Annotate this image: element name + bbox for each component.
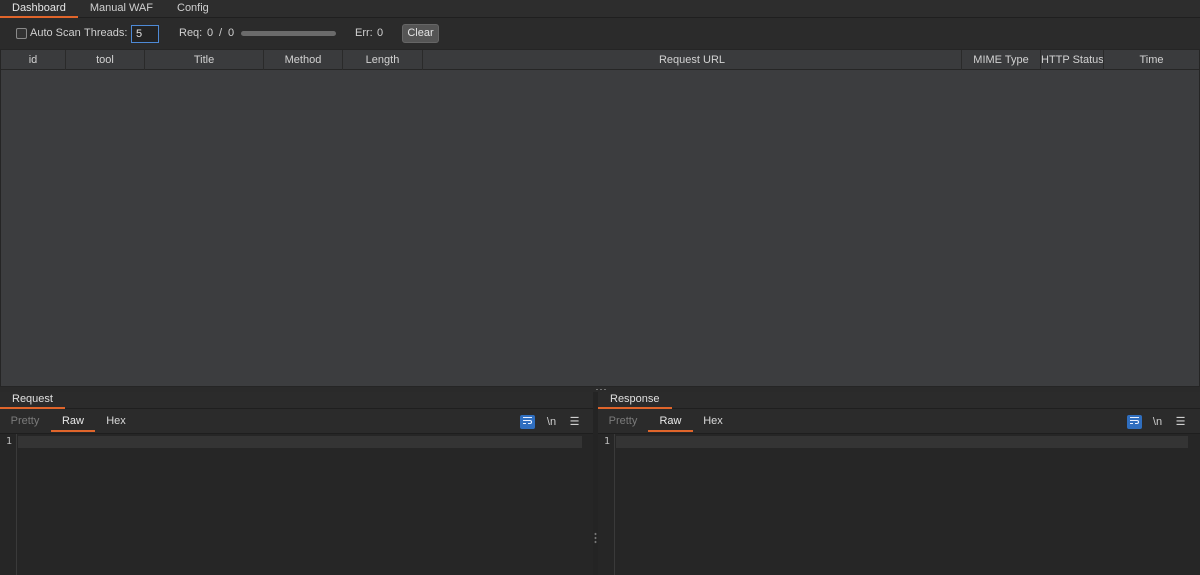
err-label: Err: — [355, 27, 373, 39]
tab-manual-waf[interactable]: Manual WAF — [78, 0, 165, 18]
column-header-id[interactable]: id — [1, 50, 66, 70]
response-view-tabs: Pretty Raw Hex — [598, 412, 1200, 432]
response-tab-raw[interactable]: Raw — [648, 412, 693, 432]
column-header-tool[interactable]: tool — [66, 50, 145, 70]
threads-label: Threads: — [84, 27, 128, 39]
column-header-method[interactable]: Method — [264, 50, 343, 70]
main-tab-bar: Dashboard Manual WAF Config — [0, 0, 1200, 18]
wrap-lines-glyph — [523, 416, 532, 425]
request-pane: Request Pretty Raw Hex \n ☰ 1 — [0, 392, 593, 575]
column-header-http-status[interactable]: HTTP Status — [1041, 50, 1104, 70]
newline-toggle-button[interactable]: \n — [544, 415, 559, 429]
request-current-line — [18, 436, 582, 448]
menu-icon[interactable]: ☰ — [1173, 415, 1188, 429]
request-line-gutter: 1 — [0, 434, 17, 575]
app-window: Dashboard Manual WAF Config Auto Scan Th… — [0, 0, 1200, 575]
results-table[interactable]: id tool Title Method Length Request URL … — [0, 49, 1200, 387]
tab-config[interactable]: Config — [165, 0, 221, 18]
req-separator: / — [219, 27, 223, 39]
response-title-bar: Response — [598, 392, 1200, 409]
auto-scan-checkbox[interactable] — [16, 28, 27, 39]
err-count: 0 — [377, 27, 384, 39]
request-pane-title[interactable]: Request — [0, 392, 65, 409]
scan-toolbar: Auto Scan Threads: Req: 0 / 0 Err: 0 Cle… — [0, 19, 1200, 49]
wrap-lines-icon[interactable] — [1127, 415, 1142, 429]
column-header-title[interactable]: Title — [145, 50, 264, 70]
response-pane: Response Pretty Raw Hex \n ☰ 1 — [598, 392, 1200, 575]
menu-icon[interactable]: ☰ — [567, 415, 582, 429]
newline-toggle-button[interactable]: \n — [1150, 415, 1165, 429]
table-header: id tool Title Method Length Request URL … — [1, 50, 1199, 70]
response-tab-pretty[interactable]: Pretty — [602, 412, 644, 432]
tab-dashboard[interactable]: Dashboard — [0, 0, 78, 18]
response-editor[interactable]: 1 — [598, 433, 1200, 575]
column-header-length[interactable]: Length — [343, 50, 423, 70]
wrap-lines-icon[interactable] — [520, 415, 535, 429]
response-line-gutter: 1 — [598, 434, 615, 575]
response-line-number: 1 — [604, 436, 611, 447]
request-line-number: 1 — [6, 436, 13, 447]
request-progress-bar — [241, 31, 336, 36]
column-header-time[interactable]: Time — [1104, 50, 1199, 70]
req-done-count: 0 — [207, 27, 214, 39]
vertical-grip-icon — [594, 532, 597, 544]
column-header-request-url[interactable]: Request URL — [423, 50, 962, 70]
req-label: Req: — [179, 27, 203, 39]
response-pane-title[interactable]: Response — [598, 392, 672, 409]
request-tab-hex[interactable]: Hex — [98, 412, 134, 432]
column-header-mime-type[interactable]: MIME Type — [962, 50, 1041, 70]
threads-input[interactable] — [131, 25, 159, 43]
clear-button[interactable]: Clear — [402, 24, 439, 43]
wrap-lines-glyph — [1130, 416, 1139, 425]
response-current-line — [616, 436, 1188, 448]
response-tab-hex[interactable]: Hex — [695, 412, 731, 432]
request-tab-pretty[interactable]: Pretty — [4, 412, 46, 432]
req-total-count: 0 — [228, 27, 235, 39]
split-grip-icon — [595, 388, 607, 391]
request-editor[interactable]: 1 — [0, 433, 593, 575]
request-title-bar: Request — [0, 392, 593, 409]
request-tab-raw[interactable]: Raw — [51, 412, 95, 432]
auto-scan-label: Auto Scan — [30, 27, 81, 39]
request-view-tabs: Pretty Raw Hex — [0, 412, 593, 432]
